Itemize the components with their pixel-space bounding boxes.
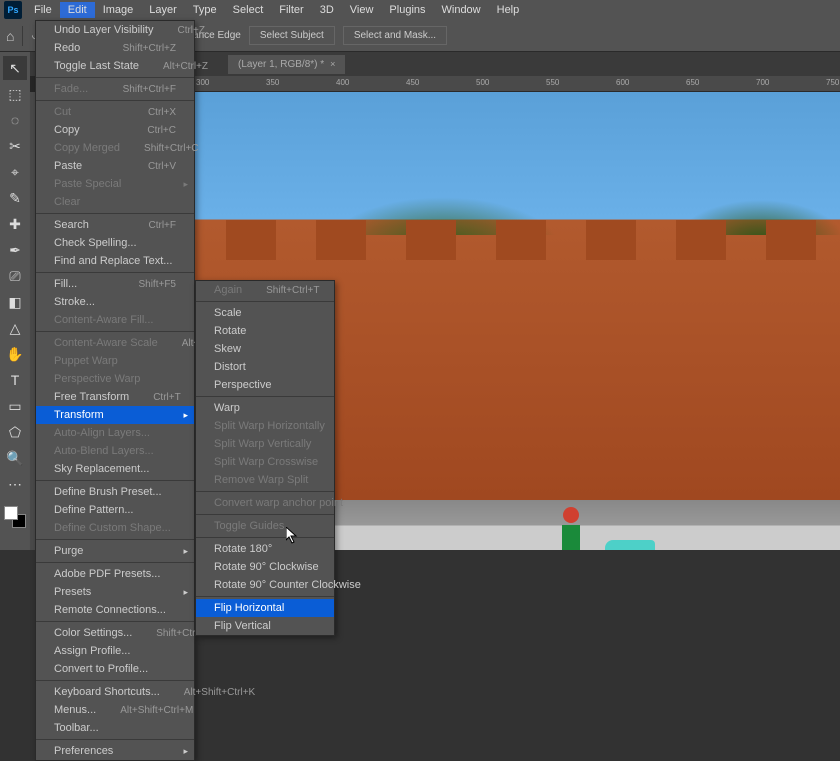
tool-1[interactable]: ⬚ (3, 82, 27, 106)
tool-9[interactable]: ◧ (3, 290, 27, 314)
menuitem-assign-profile[interactable]: Assign Profile... (36, 642, 194, 660)
menuitem-content-aware-fill: Content-Aware Fill... (36, 311, 194, 329)
tool-2[interactable]: ◌ (3, 108, 27, 132)
tool-10[interactable]: △ (3, 316, 27, 340)
tool-5[interactable]: ✎ (3, 186, 27, 210)
menuitem-distort[interactable]: Distort (196, 358, 334, 376)
menu-edit[interactable]: Edit (60, 2, 95, 18)
menuitem-split-warp-crosswise: Split Warp Crosswise (196, 453, 334, 471)
menuitem-purge[interactable]: Purge (36, 542, 194, 560)
tool-16[interactable]: ⋯ (3, 472, 27, 496)
tool-11[interactable]: ✋ (3, 342, 27, 366)
menu-file[interactable]: File (26, 2, 60, 18)
menuitem-color-settings[interactable]: Color Settings...Shift+Ctrl+K (36, 624, 194, 642)
app-logo-icon: Ps (4, 1, 22, 19)
menuitem-transform[interactable]: Transform (36, 406, 194, 424)
menuitem-flip-vertical[interactable]: Flip Vertical (196, 617, 334, 635)
menu-layer[interactable]: Layer (141, 2, 185, 18)
document-tab[interactable]: (Layer 1, RGB/8*) *× (228, 55, 345, 74)
tool-8[interactable]: ⎚ (3, 264, 27, 288)
menu-3d[interactable]: 3D (312, 2, 342, 18)
menuitem-stroke[interactable]: Stroke... (36, 293, 194, 311)
menuitem-auto-align-layers: Auto-Align Layers... (36, 424, 194, 442)
menuitem-warp[interactable]: Warp (196, 399, 334, 417)
menuitem-content-aware-scale: Content-Aware ScaleAlt+Shift+Ctrl+C (36, 334, 194, 352)
menuitem-paste-special: Paste Special (36, 175, 194, 193)
menubar: Ps FileEditImageLayerTypeSelectFilter3DV… (0, 0, 840, 20)
menuitem-rotate[interactable]: Rotate (196, 322, 334, 340)
menuitem-scale[interactable]: Scale (196, 304, 334, 322)
menuitem-toolbar[interactable]: Toolbar... (36, 719, 194, 737)
menuitem-remove-warp-split: Remove Warp Split (196, 471, 334, 489)
tools-panel: ↖⬚◌✂⌖✎✚✒⎚◧△✋T▭⬠🔍⋯ (0, 52, 30, 550)
menu-plugins[interactable]: Plugins (381, 2, 433, 18)
menuitem-redo[interactable]: RedoShift+Ctrl+Z (36, 39, 194, 57)
menuitem-copy[interactable]: CopyCtrl+C (36, 121, 194, 139)
menuitem-perspective[interactable]: Perspective (196, 376, 334, 394)
tool-6[interactable]: ✚ (3, 212, 27, 236)
menuitem-define-pattern[interactable]: Define Pattern... (36, 501, 194, 519)
menuitem-toggle-last-state[interactable]: Toggle Last StateAlt+Ctrl+Z (36, 57, 194, 75)
menuitem-search[interactable]: SearchCtrl+F (36, 216, 194, 234)
menuitem-rotate-90-counter-clockwise[interactable]: Rotate 90° Counter Clockwise (196, 576, 334, 594)
tool-14[interactable]: ⬠ (3, 420, 27, 444)
menuitem-menus[interactable]: Menus...Alt+Shift+Ctrl+M (36, 701, 194, 719)
menuitem-split-warp-vertically: Split Warp Vertically (196, 435, 334, 453)
menuitem-skew[interactable]: Skew (196, 340, 334, 358)
menu-view[interactable]: View (342, 2, 382, 18)
edit-menu: Undo Layer VisibilityCtrl+ZRedoShift+Ctr… (35, 20, 195, 761)
menuitem-fade: Fade...Shift+Ctrl+F (36, 80, 194, 98)
menuitem-check-spelling[interactable]: Check Spelling... (36, 234, 194, 252)
menuitem-remote-connections[interactable]: Remote Connections... (36, 601, 194, 619)
menuitem-rotate-90-clockwise[interactable]: Rotate 90° Clockwise (196, 558, 334, 576)
tool-0[interactable]: ↖ (3, 56, 27, 80)
menuitem-puppet-warp: Puppet Warp (36, 352, 194, 370)
menuitem-adobe-pdf-presets[interactable]: Adobe PDF Presets... (36, 565, 194, 583)
home-icon[interactable]: ⌂ (6, 28, 14, 44)
menuitem-sky-replacement[interactable]: Sky Replacement... (36, 460, 194, 478)
menuitem-split-warp-horizontally: Split Warp Horizontally (196, 417, 334, 435)
menuitem-flip-horizontal[interactable]: Flip Horizontal (196, 599, 334, 617)
menuitem-rotate-180[interactable]: Rotate 180° (196, 540, 334, 558)
menuitem-convert-warp-anchor-point: Convert warp anchor point (196, 494, 334, 512)
tool-13[interactable]: ▭ (3, 394, 27, 418)
menuitem-presets[interactable]: Presets (36, 583, 194, 601)
menuitem-define-custom-shape: Define Custom Shape... (36, 519, 194, 537)
menuitem-cut: CutCtrl+X (36, 103, 194, 121)
menuitem-toggle-guides: Toggle Guides (196, 517, 334, 535)
menuitem-fill[interactable]: Fill...Shift+F5 (36, 275, 194, 293)
menuitem-define-brush-preset[interactable]: Define Brush Preset... (36, 483, 194, 501)
menuitem-copy-merged: Copy MergedShift+Ctrl+C (36, 139, 194, 157)
tool-15[interactable]: 🔍 (3, 446, 27, 470)
menu-window[interactable]: Window (434, 2, 489, 18)
menuitem-paste[interactable]: PasteCtrl+V (36, 157, 194, 175)
color-swatches[interactable] (4, 506, 26, 528)
menuitem-preferences[interactable]: Preferences (36, 742, 194, 760)
menuitem-free-transform[interactable]: Free TransformCtrl+T (36, 388, 194, 406)
menuitem-perspective-warp: Perspective Warp (36, 370, 194, 388)
menu-select[interactable]: Select (225, 2, 272, 18)
menuitem-convert-to-profile[interactable]: Convert to Profile... (36, 660, 194, 678)
tool-12[interactable]: T (3, 368, 27, 392)
select-and-mask-button[interactable]: Select and Mask... (343, 26, 447, 45)
tool-7[interactable]: ✒ (3, 238, 27, 262)
transform-submenu: AgainShift+Ctrl+T ScaleRotateSkewDistortP… (195, 280, 335, 636)
menu-help[interactable]: Help (489, 2, 528, 18)
select-subject-button[interactable]: Select Subject (249, 26, 335, 45)
close-icon[interactable]: × (330, 59, 335, 69)
menuitem-find-and-replace-text[interactable]: Find and Replace Text... (36, 252, 194, 270)
menuitem-keyboard-shortcuts[interactable]: Keyboard Shortcuts...Alt+Shift+Ctrl+K (36, 683, 194, 701)
menuitem-undo-layer-visibility[interactable]: Undo Layer VisibilityCtrl+Z (36, 21, 194, 39)
tool-4[interactable]: ⌖ (3, 160, 27, 184)
menu-image[interactable]: Image (95, 2, 142, 18)
tool-3[interactable]: ✂ (3, 134, 27, 158)
menu-filter[interactable]: Filter (271, 2, 311, 18)
menuitem-auto-blend-layers: Auto-Blend Layers... (36, 442, 194, 460)
menuitem-clear: Clear (36, 193, 194, 211)
menuitem-again: AgainShift+Ctrl+T (196, 281, 334, 299)
menu-type[interactable]: Type (185, 2, 225, 18)
